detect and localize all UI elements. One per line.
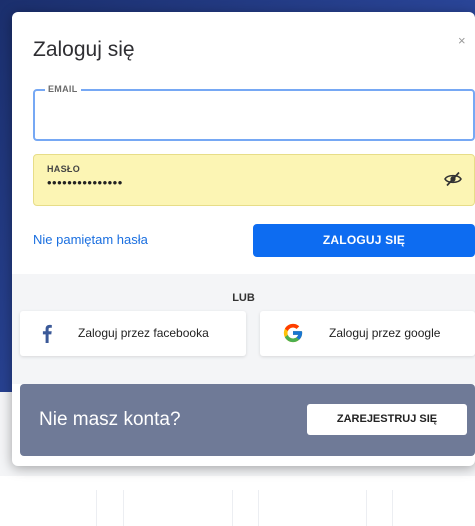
login-button[interactable]: ZALOGUJ SIĘ bbox=[253, 224, 475, 257]
forgot-password-link[interactable]: Nie pamiętam hasła bbox=[33, 232, 148, 247]
email-input[interactable] bbox=[47, 105, 457, 127]
divider-label: LUB bbox=[232, 292, 255, 304]
facebook-login-label: Zaloguj przez facebooka bbox=[78, 326, 209, 340]
background-divider bbox=[96, 490, 97, 526]
google-login-button[interactable]: Zaloguj przez google bbox=[260, 311, 475, 356]
register-banner: Nie masz konta? ZAREJESTRUJ SIĘ bbox=[20, 384, 475, 456]
background-divider bbox=[366, 490, 367, 526]
register-prompt: Nie masz konta? bbox=[39, 409, 181, 430]
background-divider bbox=[258, 490, 259, 526]
eye-slash-icon[interactable] bbox=[444, 171, 462, 187]
register-button[interactable]: ZAREJESTRUJ SIĘ bbox=[307, 404, 467, 435]
social-login-section: LUB Zaloguj przez facebooka Zaloguj prze… bbox=[12, 274, 475, 384]
close-icon[interactable]: × bbox=[458, 34, 472, 48]
page-background-bottom bbox=[0, 476, 475, 526]
login-modal: Zaloguj się × EMAIL HASŁO ••••••••••••••… bbox=[12, 12, 475, 466]
google-icon bbox=[282, 322, 304, 344]
modal-title: Zaloguj się bbox=[33, 38, 135, 61]
background-divider bbox=[123, 490, 124, 526]
email-label: EMAIL bbox=[45, 84, 81, 94]
background-divider bbox=[392, 490, 393, 526]
email-field[interactable]: EMAIL bbox=[33, 84, 475, 141]
google-login-label: Zaloguj przez google bbox=[329, 326, 441, 340]
background-divider bbox=[232, 490, 233, 526]
facebook-icon bbox=[36, 322, 58, 344]
password-label: HASŁO bbox=[47, 164, 80, 174]
facebook-login-button[interactable]: Zaloguj przez facebooka bbox=[20, 311, 246, 356]
password-value[interactable]: ••••••••••••••• bbox=[47, 175, 123, 190]
password-field[interactable]: HASŁO ••••••••••••••• bbox=[33, 154, 475, 206]
